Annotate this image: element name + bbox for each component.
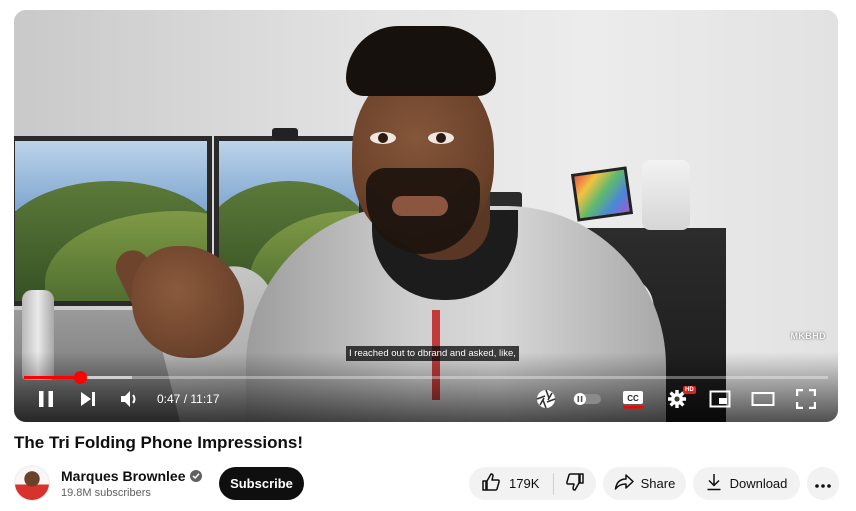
channel-watermark: MKBHD <box>790 331 826 341</box>
play-pause-button[interactable] <box>34 386 58 412</box>
like-dislike-bar: 179K <box>469 467 596 500</box>
thumbs-down-icon <box>565 472 585 495</box>
like-button[interactable]: 179K <box>469 467 553 500</box>
autoplay-toggle[interactable] <box>570 386 604 412</box>
pause-icon <box>38 390 54 408</box>
played-bar <box>24 376 81 379</box>
download-label: Download <box>729 476 788 491</box>
miniplayer-icon <box>709 390 731 408</box>
mute-button[interactable] <box>118 386 142 412</box>
time-display: 0:47 / 11:17 <box>157 392 220 406</box>
download-button[interactable]: Download <box>693 467 800 500</box>
theater-icon <box>751 391 775 407</box>
hd-badge: HD <box>683 386 696 394</box>
next-video-button[interactable] <box>76 386 100 412</box>
channel-name: Marques Brownlee <box>61 468 186 484</box>
channel-avatar[interactable] <box>14 465 50 501</box>
channel-name-link[interactable]: Marques Brownlee <box>61 468 203 484</box>
share-button[interactable]: Share <box>603 467 686 500</box>
thumbs-up-icon <box>481 472 501 495</box>
clip-button[interactable] <box>534 386 558 412</box>
captions-button[interactable]: CC <box>620 386 646 412</box>
autoplay-toggle-icon <box>572 392 602 406</box>
download-icon <box>706 473 722 494</box>
share-label: Share <box>640 476 676 491</box>
fullscreen-icon <box>796 389 816 409</box>
progress-bar[interactable] <box>24 371 828 384</box>
share-icon <box>614 473 634 494</box>
subscribe-button[interactable]: Subscribe <box>219 467 304 500</box>
cc-icon: CC <box>622 389 644 409</box>
dislike-button[interactable] <box>554 467 596 500</box>
more-actions-button[interactable] <box>807 467 839 500</box>
fullscreen-button[interactable] <box>793 386 819 412</box>
theater-mode-button[interactable] <box>749 386 777 412</box>
svg-text:CC: CC <box>627 394 639 403</box>
more-horizontal-icon <box>815 476 831 491</box>
video-player[interactable]: MKBHD I reached out to dbrand and asked,… <box>14 10 838 422</box>
miniplayer-button[interactable] <box>707 386 733 412</box>
subscriber-count: 19.8M subscribers <box>61 487 151 499</box>
like-count: 179K <box>509 476 540 491</box>
video-title: The Tri Folding Phone Impressions! <box>14 433 304 452</box>
verified-badge-icon <box>190 470 203 482</box>
next-icon <box>79 391 97 407</box>
aperture-icon <box>536 389 556 409</box>
volume-icon <box>120 390 140 408</box>
